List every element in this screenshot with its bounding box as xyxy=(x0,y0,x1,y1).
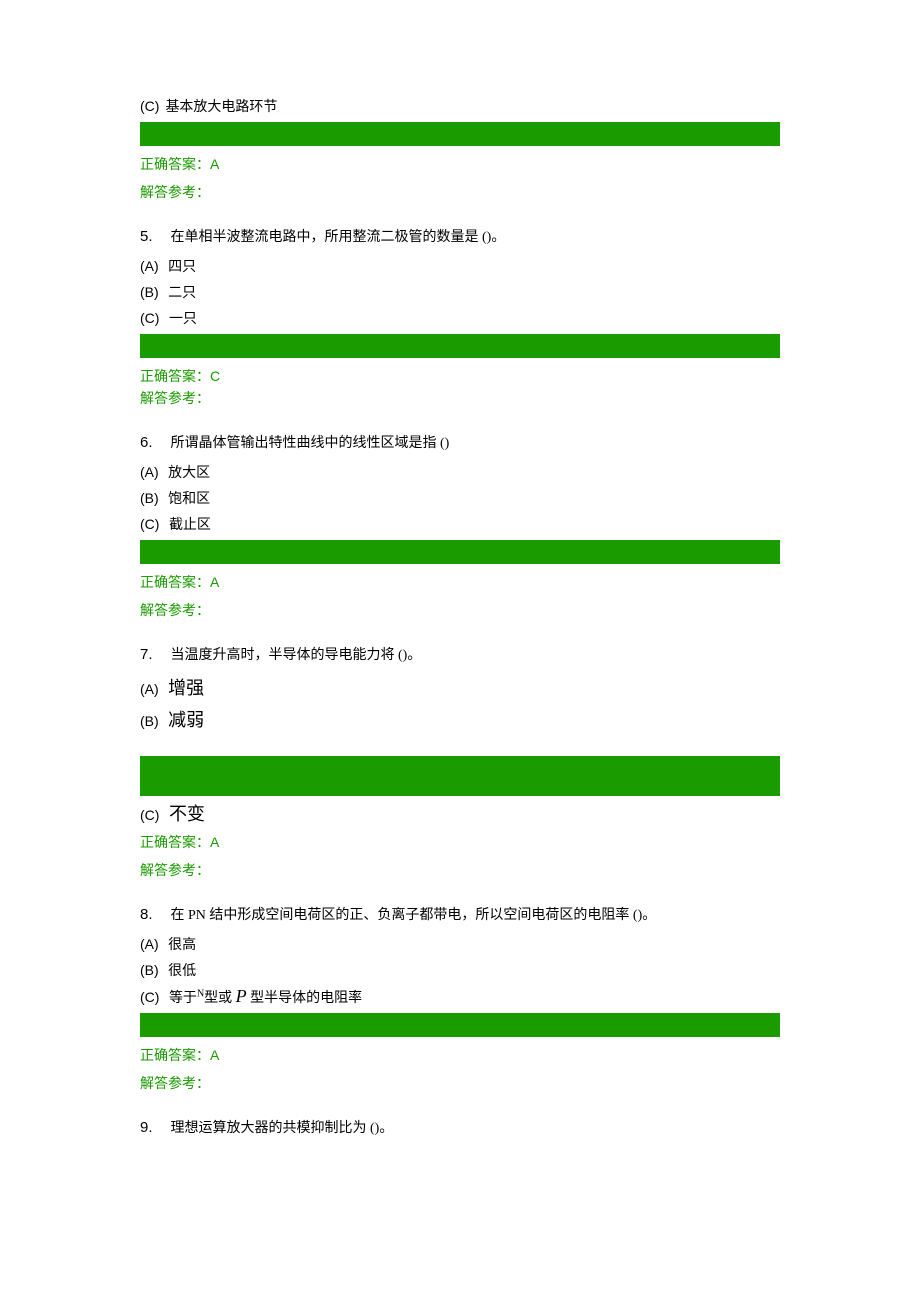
option-text: 饱和区 xyxy=(168,492,210,507)
option-label: (B) xyxy=(140,713,159,729)
q7-answer: 正确答案：A xyxy=(140,832,780,852)
question-text: 在单相半波整流电路中，所用整流二极管的数量是 ()。 xyxy=(171,230,506,245)
option-label: (C) xyxy=(140,310,159,326)
q7-option-a: (A) 增强 xyxy=(140,674,780,700)
highlight-bar xyxy=(140,122,780,146)
answer-label: 正确答案： xyxy=(140,836,210,851)
answer-value: A xyxy=(210,156,219,172)
q6-explanation: 解答参考： xyxy=(140,600,780,620)
answer-value: A xyxy=(210,574,219,590)
answer-label: 正确答案： xyxy=(140,576,210,591)
option-label: (C) xyxy=(140,516,159,532)
option-text: 不变 xyxy=(169,804,205,824)
option-label: (B) xyxy=(140,962,159,978)
option-label: (A) xyxy=(140,681,159,697)
q6-answer: 正确答案：A xyxy=(140,572,780,592)
q8-answer: 正确答案：A xyxy=(140,1045,780,1065)
option-text: 基本放大电路环节 xyxy=(165,100,277,115)
answer-value: C xyxy=(210,368,220,384)
q9-question: 9. 理想运算放大器的共模抑制比为 ()。 xyxy=(140,1117,780,1137)
option-text: 很低 xyxy=(168,964,196,979)
option-label: (C) xyxy=(140,98,159,114)
q5-question: 5. 在单相半波整流电路中，所用整流二极管的数量是 ()。 xyxy=(140,226,780,246)
answer-value: A xyxy=(210,1047,219,1063)
highlight-bar xyxy=(140,334,780,358)
q5-answer: 正确答案：C xyxy=(140,366,780,386)
option-text: 一只 xyxy=(169,312,197,327)
q8-question: 8. 在 PN 结中形成空间电荷区的正、负离子都带电，所以空间电荷区的电阻率 ()… xyxy=(140,904,780,924)
question-text: 所谓晶体管输出特性曲线中的线性区域是指 () xyxy=(171,436,450,451)
question-text: 当温度升高时，半导体的导电能力将 ()。 xyxy=(171,648,422,663)
question-number: 8. xyxy=(140,906,153,923)
option-text: 很高 xyxy=(168,938,196,953)
option-text: 截止区 xyxy=(169,518,211,533)
option-text: 四只 xyxy=(168,260,196,275)
question-number: 9. xyxy=(140,1119,153,1136)
question-number: 5. xyxy=(140,228,153,245)
q5-option-b: (B) 二只 xyxy=(140,282,780,302)
q8-option-a: (A) 很高 xyxy=(140,934,780,954)
option-label: (A) xyxy=(140,258,159,274)
question-text: 理想运算放大器的共模抑制比为 ()。 xyxy=(171,1121,394,1136)
option-text: 二只 xyxy=(168,286,196,301)
option-label: (C) xyxy=(140,989,159,1005)
q5-option-a: (A) 四只 xyxy=(140,256,780,276)
option-text: 增强 xyxy=(168,678,204,698)
answer-label: 正确答案： xyxy=(140,158,210,173)
document-page: (C)基本放大电路环节 正确答案：A 解答参考： 5.在单相半波整流电路中，所用… xyxy=(0,0,920,1207)
q5-option-c: (C) 一只 xyxy=(140,308,780,328)
option-label: (A) xyxy=(140,936,159,952)
answer-label: 正确答案： xyxy=(140,370,210,385)
q5-explanation: 解答参考： xyxy=(140,388,780,408)
q6-option-c: (C) 截止区 xyxy=(140,514,780,534)
option-text: 减弱 xyxy=(168,710,204,730)
option-text-mid1: 型或 xyxy=(204,991,236,1006)
q8-option-c: (C) 等于N型或 P 型半导体的电阻率 xyxy=(140,986,780,1007)
highlight-bar xyxy=(140,540,780,564)
answer-value: A xyxy=(210,834,219,850)
spacer xyxy=(140,738,780,752)
highlight-bar xyxy=(140,1013,780,1037)
question-number: 6. xyxy=(140,434,153,451)
q7-option-c: (C) 不变 xyxy=(140,800,780,826)
q7-explanation: 解答参考： xyxy=(140,860,780,880)
option-text-mid2: 型半导体的电阻率 xyxy=(247,991,363,1006)
q8-option-b: (B) 很低 xyxy=(140,960,780,980)
option-label: (B) xyxy=(140,284,159,300)
answer-label: 正确答案： xyxy=(140,1049,210,1064)
option-text-prefix: 等于 xyxy=(169,991,197,1006)
q7-option-b: (B) 减弱 xyxy=(140,706,780,732)
option-text: 放大区 xyxy=(168,466,210,481)
option-label: (C) xyxy=(140,807,159,823)
question-text: 在 PN 结中形成空间电荷区的正、负离子都带电，所以空间电荷区的电阻率 ()。 xyxy=(171,908,657,923)
highlight-bar xyxy=(140,756,780,796)
q8-explanation: 解答参考： xyxy=(140,1073,780,1093)
option-label: (B) xyxy=(140,490,159,506)
q6-option-a: (A) 放大区 xyxy=(140,462,780,482)
question-number: 7. xyxy=(140,646,153,663)
q4-explanation: 解答参考： xyxy=(140,182,780,202)
q4-answer: 正确答案：A xyxy=(140,154,780,174)
option-italic-p: P xyxy=(236,986,247,1006)
q7-question: 7. 当温度升高时，半导体的导电能力将 ()。 xyxy=(140,644,780,664)
q4-option-c: (C) 基本放大电路环节 xyxy=(140,96,780,116)
q6-question: 6. 所谓晶体管输出特性曲线中的线性区域是指 () xyxy=(140,432,780,452)
q6-option-b: (B) 饱和区 xyxy=(140,488,780,508)
option-label: (A) xyxy=(140,464,159,480)
